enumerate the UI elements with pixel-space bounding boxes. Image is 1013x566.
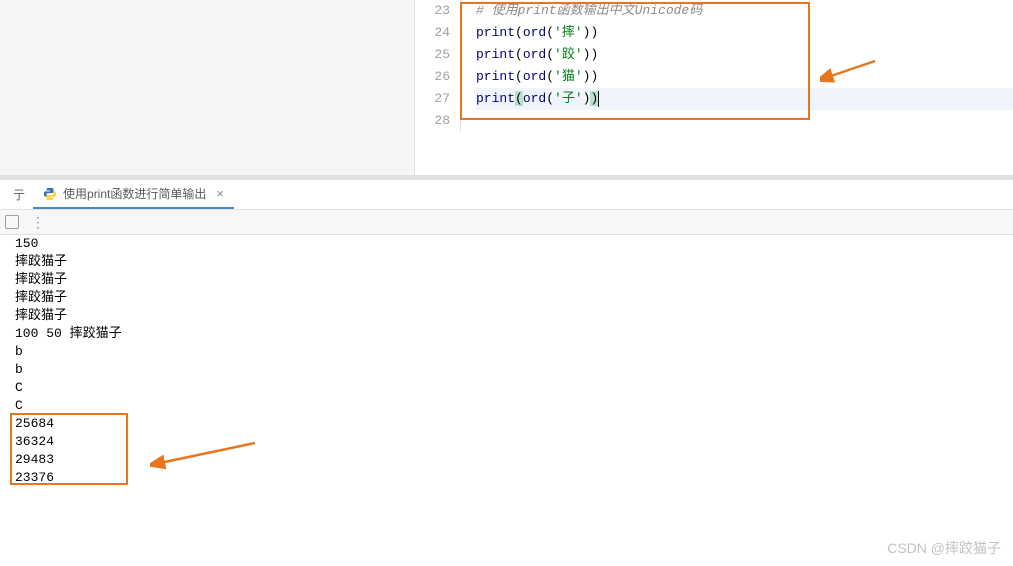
console-line: 25684	[15, 415, 1013, 433]
close-icon[interactable]: ×	[216, 186, 224, 201]
tab-edge-label: 亍	[5, 180, 33, 209]
console-line: C	[15, 397, 1013, 415]
console-line: 摔跤猫子	[15, 289, 1013, 307]
code-line-current[interactable]: print(ord('子'))	[476, 88, 1013, 110]
line-gutter: 23 24 25 26 27 28	[415, 0, 460, 132]
console-line: 150	[15, 235, 1013, 253]
console-line: 摔跤猫子	[15, 271, 1013, 289]
code-line[interactable]: print(ord('跤'))	[476, 44, 1013, 66]
editor-area: 23 24 25 26 27 28 # 使用print函数输出中文Unicode…	[0, 0, 1013, 175]
run-tabs: 亍 使用print函数进行简单输出 ×	[0, 180, 1013, 210]
console-line: C	[15, 379, 1013, 397]
console-line: b	[15, 361, 1013, 379]
watermark: CSDN @摔跤猫子	[887, 538, 1001, 558]
console-output[interactable]: 150 摔跤猫子 摔跤猫子 摔跤猫子 摔跤猫子 100 50 摔跤猫子 b b …	[15, 235, 1013, 487]
line-number: 24	[415, 22, 450, 44]
cursor	[598, 91, 599, 107]
python-icon	[43, 187, 57, 201]
console-line: 29483	[15, 451, 1013, 469]
comment: # 使用print函数输出中文Unicode码	[476, 3, 702, 18]
console-toolbar: ⋮	[0, 210, 1013, 235]
tab-title: 使用print函数进行简单输出	[63, 185, 206, 202]
console-line: 摔跤猫子	[15, 307, 1013, 325]
line-number: 26	[415, 66, 450, 88]
console-line: 100 50 摔跤猫子	[15, 325, 1013, 343]
code-line[interactable]: print(ord('摔'))	[476, 22, 1013, 44]
console-line: b	[15, 343, 1013, 361]
project-panel	[0, 0, 415, 175]
stop-button[interactable]	[5, 215, 19, 229]
more-icon[interactable]: ⋮	[31, 214, 46, 231]
console-line: 摔跤猫子	[15, 253, 1013, 271]
code-content[interactable]: # 使用print函数输出中文Unicode码 print(ord('摔')) …	[460, 0, 1013, 132]
run-tab[interactable]: 使用print函数进行简单输出 ×	[33, 180, 234, 209]
code-line[interactable]: print(ord('猫'))	[476, 66, 1013, 88]
line-number: 25	[415, 44, 450, 66]
console-line: 23376	[15, 469, 1013, 487]
line-number: 23	[415, 0, 450, 22]
code-editor[interactable]: 23 24 25 26 27 28 # 使用print函数输出中文Unicode…	[415, 0, 1013, 175]
line-number: 28	[415, 110, 450, 132]
line-number: 27	[415, 88, 450, 110]
console-line: 36324	[15, 433, 1013, 451]
